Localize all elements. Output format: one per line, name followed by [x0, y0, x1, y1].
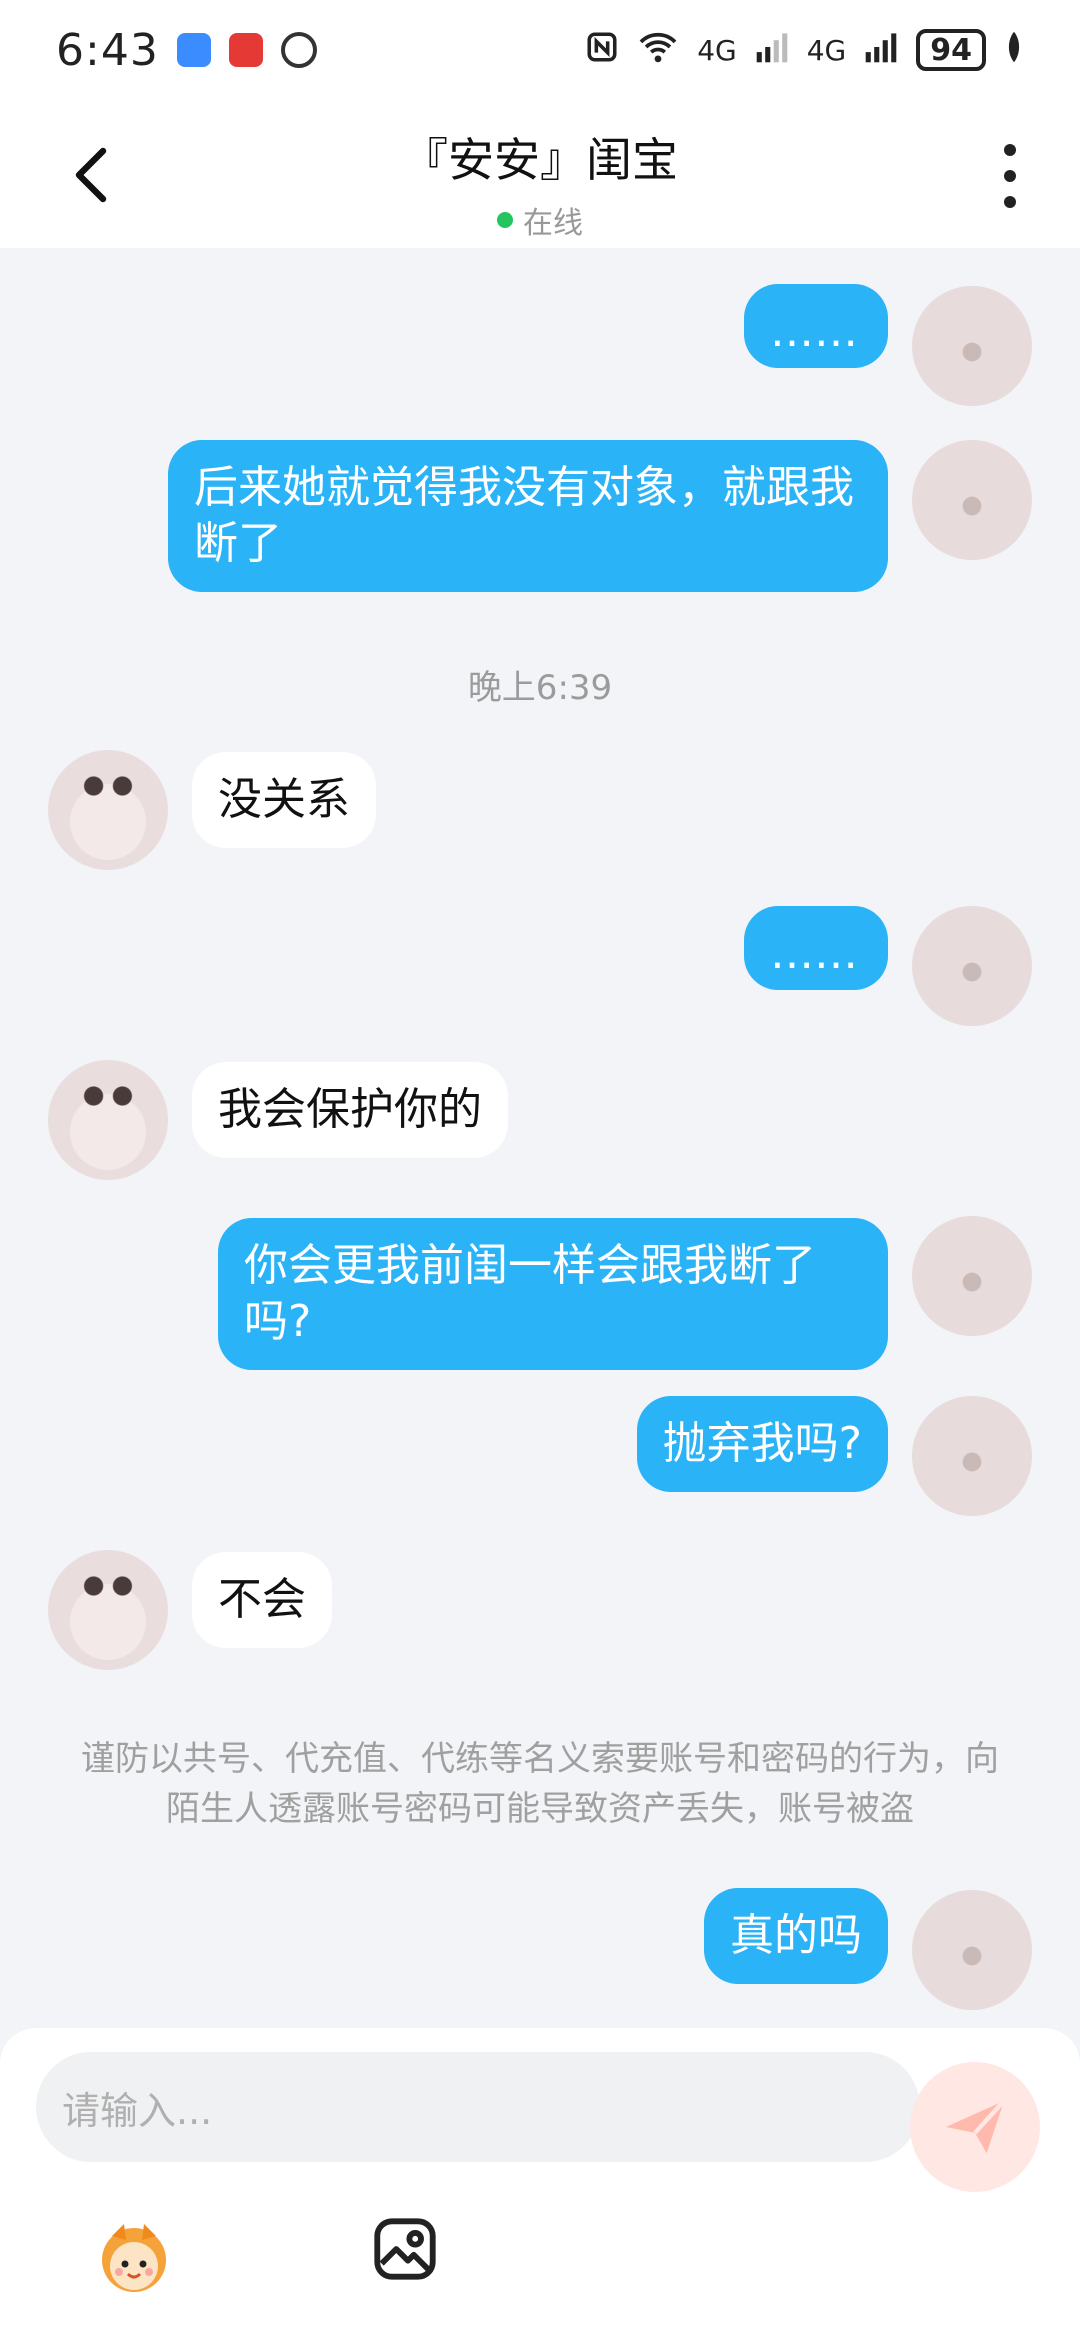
online-status-label: 在线: [523, 206, 583, 241]
battery-level: 94: [930, 32, 972, 68]
wifi-icon: [637, 30, 679, 71]
message-bubble-sent[interactable]: 你会更我前闺一样会跟我断了吗?: [218, 1218, 888, 1370]
chat-screen: 6:43 4G 4G 94 『安安』闺宝 在线 …… 后来她就觉得我没有对象，就…: [0, 0, 1080, 2340]
notification-icon: [280, 32, 317, 68]
message-text: 不会: [218, 1574, 306, 1625]
signal-1-icon: [755, 30, 789, 71]
more-dot: [1004, 196, 1016, 208]
status-right: 4G 4G 94: [585, 29, 1024, 71]
message-bubble-received[interactable]: 不会: [192, 1552, 332, 1648]
message-text: 我会保护你的: [218, 1084, 482, 1135]
message-list[interactable]: …… 后来她就觉得我没有对象，就跟我断了 晚上6:39 没关系 …… 我会保护你…: [0, 248, 1080, 2028]
more-dot: [1004, 144, 1016, 156]
my-avatar[interactable]: [912, 440, 1032, 560]
more-dot: [1004, 170, 1016, 182]
leaf-icon: [1004, 30, 1024, 71]
message-timestamp: 晚上6:39: [467, 668, 613, 708]
title-block: 『安安』闺宝 在线: [0, 124, 1080, 242]
message-bubble-sent[interactable]: 后来她就觉得我没有对象，就跟我断了: [168, 440, 888, 592]
send-icon: [945, 2099, 1006, 2154]
message-text: ……: [770, 928, 858, 979]
my-avatar[interactable]: [912, 1396, 1032, 1516]
message-text: 没关系: [218, 774, 350, 825]
image-icon: [374, 2218, 436, 2280]
more-options-button[interactable]: [990, 144, 1030, 208]
message-bubble-received[interactable]: 我会保护你的: [192, 1062, 508, 1158]
my-avatar[interactable]: [912, 906, 1032, 1026]
online-dot-icon: [497, 212, 513, 228]
message-bubble-received[interactable]: 没关系: [192, 752, 376, 848]
contact-avatar[interactable]: [48, 750, 168, 870]
message-text: 真的吗: [730, 1910, 862, 1961]
input-placeholder: 请输入...: [62, 2088, 213, 2133]
my-avatar[interactable]: [912, 1216, 1032, 1336]
cloud-app-icon: [176, 33, 211, 67]
emoji-sticker-button[interactable]: [92, 2214, 176, 2298]
battery-indicator: 94: [916, 29, 986, 71]
message-bubble-sent[interactable]: ……: [744, 284, 888, 368]
signal-1-label: 4G: [697, 33, 737, 67]
security-notice: 谨防以共号、代充值、代练等名义索要账号和密码的行为，向陌生人透露账号密码可能导致…: [81, 1739, 999, 1829]
message-text: 你会更我前闺一样会跟我断了吗?: [244, 1240, 816, 1347]
message-text: 抛弃我吗?: [662, 1418, 862, 1469]
chat-header: 『安安』闺宝 在线: [0, 100, 1080, 248]
shopping-app-icon: [228, 33, 263, 67]
message-bubble-sent[interactable]: 抛弃我吗?: [636, 1396, 888, 1492]
message-text: ……: [770, 306, 858, 357]
status-left: 6:43: [56, 25, 317, 76]
status-bar: 6:43 4G 4G 94: [0, 0, 1080, 100]
contact-avatar[interactable]: [48, 1550, 168, 1670]
message-bubble-sent[interactable]: ……: [744, 906, 888, 990]
signal-2-label: 4G: [806, 33, 847, 67]
message-text: 后来她就觉得我没有对象，就跟我断了: [194, 462, 854, 569]
online-status: 在线: [0, 198, 1080, 242]
mascot-icon: [102, 2224, 166, 2292]
message-input[interactable]: 请输入...: [36, 2052, 920, 2162]
signal-2-icon: [864, 30, 898, 71]
message-bubble-sent[interactable]: 真的吗: [704, 1888, 888, 1984]
input-bar: 请输入...: [0, 2028, 1080, 2340]
image-picker-button[interactable]: [370, 2214, 440, 2284]
my-avatar[interactable]: [912, 286, 1032, 406]
my-avatar[interactable]: [912, 1890, 1032, 2010]
chat-title: 『安安』闺宝: [402, 133, 678, 187]
status-time: 6:43: [56, 24, 159, 76]
nfc-icon: [585, 30, 619, 71]
send-button[interactable]: [910, 2062, 1040, 2192]
contact-avatar[interactable]: [48, 1060, 168, 1180]
